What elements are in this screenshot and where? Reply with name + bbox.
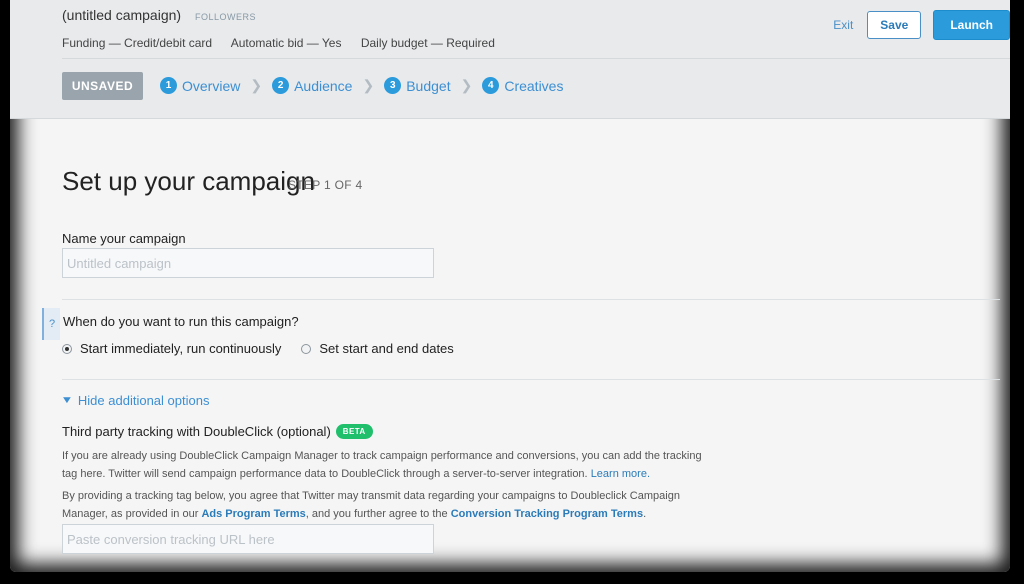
option-label: Start immediately, run continuously [80, 341, 282, 356]
option-label: Set start and end dates [319, 341, 454, 356]
ads-program-terms-link[interactable]: Ads Program Terms [201, 508, 305, 520]
hide-options-label: Hide additional options [77, 393, 210, 408]
step-budget[interactable]: 3 Budget [384, 77, 451, 94]
campaign-objective: FOLLOWERS [194, 12, 256, 22]
step-number: 1 [160, 77, 177, 94]
radio-unselected[interactable] [301, 343, 312, 354]
budget-info: Daily budget — Required [360, 36, 495, 50]
schedule-options: Start immediately, run continuously Set … [62, 341, 474, 356]
page-title: Set up your campaign [62, 166, 315, 196]
exit-link[interactable]: Exit [833, 18, 853, 32]
learn-more-link[interactable]: Learn more. [591, 468, 650, 480]
terms-text-b: , and you further agree to the [305, 508, 448, 520]
header-divider [62, 58, 1010, 59]
hide-additional-options-link[interactable]: ▼ Hide additional options [60, 393, 210, 408]
start-immediately-option[interactable]: Start immediately, run continuously [62, 341, 281, 356]
campaign-name: (untitled campaign) [62, 7, 182, 23]
step-audience[interactable]: 2 Audience [272, 77, 352, 94]
beta-badge: BETA [335, 424, 373, 439]
app-window: (untitled campaign) FOLLOWERS Funding — … [10, 0, 1010, 572]
campaign-header: (untitled campaign) FOLLOWERS Funding — … [10, 0, 1010, 119]
bid-info: Automatic bid — Yes [230, 36, 342, 50]
tracking-terms: By providing a tracking tag below, you a… [62, 487, 702, 523]
status-badge: UNSAVED [62, 72, 143, 100]
chevron-down-icon: ▼ [60, 395, 74, 406]
step-overview[interactable]: 1 Overview [160, 77, 240, 94]
step-label: Creatives [504, 77, 564, 94]
step-number: 3 [384, 77, 402, 94]
step-creatives[interactable]: 4 Creatives [482, 77, 563, 94]
step-label: Audience [294, 77, 353, 94]
tracking-title: Third party tracking with DoubleClick (o… [62, 424, 331, 439]
campaign-meta: Funding — Credit/debit card Automatic bi… [62, 36, 511, 50]
chevron-right-icon: ❯ [250, 77, 263, 93]
terms-text-c: . [643, 508, 647, 520]
step-label: Overview [182, 77, 241, 94]
set-dates-option[interactable]: Set start and end dates [301, 341, 454, 356]
radio-selected[interactable] [62, 343, 72, 354]
header-actions: Exit Save Launch [833, 10, 1010, 40]
tracking-url-input[interactable] [62, 524, 434, 554]
step-number: 2 [272, 77, 290, 94]
step-count: STEP 1 OF 4 [288, 178, 363, 192]
campaign-name-input[interactable] [62, 248, 434, 278]
chevron-right-icon: ❯ [460, 77, 473, 93]
chevron-right-icon: ❯ [362, 77, 375, 93]
funding-info: Funding — Credit/debit card [62, 36, 213, 50]
campaign-title: (untitled campaign) FOLLOWERS [62, 7, 256, 23]
campaign-name-label: Name your campaign [62, 231, 186, 246]
save-button[interactable]: Save [867, 11, 922, 39]
step-number: 4 [482, 77, 500, 94]
help-icon[interactable]: ? [42, 308, 60, 340]
schedule-question: When do you want to run this campaign? [63, 314, 299, 329]
tracking-description: If you are already using DoubleClick Cam… [62, 447, 702, 483]
step-label: Budget [406, 77, 451, 94]
launch-button[interactable]: Launch [933, 10, 1010, 40]
section-divider [62, 299, 1000, 300]
tracking-section-title: Third party tracking with DoubleClick (o… [62, 424, 373, 439]
conversion-tracking-terms-link[interactable]: Conversion Tracking Program Terms [451, 508, 643, 520]
step-navigation: 1 Overview ❯ 2 Audience ❯ 3 Budget ❯ 4 C… [160, 77, 563, 94]
section-divider [62, 379, 1000, 380]
